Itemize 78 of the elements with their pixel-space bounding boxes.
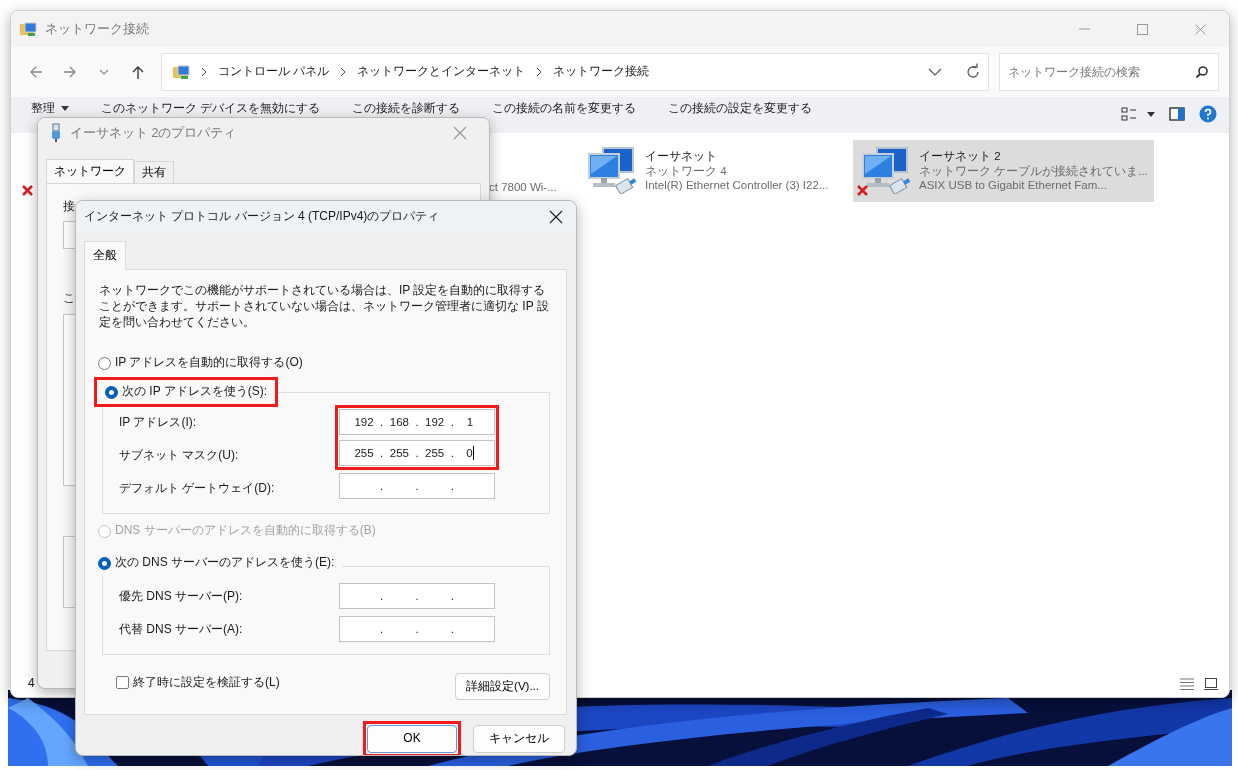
tab[interactable]: 共有 bbox=[134, 161, 174, 183]
command-button[interactable]: この接続の設定を変更する bbox=[668, 101, 813, 115]
breadcrumb-item[interactable]: ネットワーク接続 bbox=[553, 64, 650, 80]
adapter-device: ct 7800 Wi-... bbox=[489, 180, 557, 195]
list-view-icon bbox=[1179, 677, 1195, 691]
close-icon bbox=[1194, 23, 1206, 35]
network-folder-icon bbox=[19, 20, 37, 38]
caret-icon bbox=[1147, 111, 1155, 117]
radio-option[interactable]: 次の IP アドレスを使う(S): bbox=[105, 384, 268, 400]
adapter-status: ネットワーク ケーブルが接続されていま... bbox=[919, 163, 1148, 179]
field-label: サブネット マスク(U): bbox=[119, 446, 240, 464]
ip-address-field[interactable]: . . . bbox=[339, 616, 495, 642]
preview-pane-button[interactable] bbox=[1169, 107, 1185, 121]
field-label: デフォルト ゲートウェイ(D): bbox=[119, 479, 276, 497]
help-button[interactable] bbox=[1199, 105, 1217, 123]
adapter-name: イーサネット bbox=[645, 148, 718, 164]
radio-option[interactable]: 次の DNS サーバーのアドレスを使う(E): bbox=[98, 555, 335, 571]
minimize-icon bbox=[1078, 28, 1090, 30]
advanced-button[interactable]: 詳細設定(V)... bbox=[455, 673, 550, 700]
command-button[interactable]: この接続の名前を変更する bbox=[492, 101, 637, 115]
ip-address-field[interactable]: . . . bbox=[339, 583, 495, 609]
cancel-button[interactable]: キャンセル bbox=[473, 725, 565, 753]
search-icon bbox=[1195, 65, 1209, 79]
list-label: こ bbox=[63, 290, 75, 307]
adapter-name: イーサネット 2 bbox=[919, 148, 1002, 164]
adapter-device: ASIX USB to Gigabit Ethernet Fam... bbox=[919, 178, 1108, 194]
description-text: ネットワークでこの機能がサポートされている場合は、IP 設定を自動的に取得することができます。サポートされていない場合は、ネットワーク管理者に適切な IP 設定を問い合わせてください。 bbox=[99, 282, 550, 330]
chevron-right-icon bbox=[200, 67, 208, 77]
checkbox-option[interactable]: 終了時に設定を検証する(L) bbox=[116, 674, 280, 691]
caret-icon bbox=[61, 105, 69, 111]
field-label: 接 bbox=[63, 199, 75, 215]
address-bar[interactable]: コントロール パネル ネットワークとインターネット ネットワーク接続 bbox=[161, 53, 989, 91]
command-button[interactable]: このネットワーク デバイスを無効にする bbox=[101, 101, 321, 115]
up-arrow-icon bbox=[130, 64, 146, 80]
maximize-icon bbox=[1136, 23, 1148, 35]
dialog-title: インターネット プロトコル バージョン 4 (TCP/IPv4)のプロパティ bbox=[84, 209, 440, 225]
adapter-status: ネットワーク 4 bbox=[645, 163, 728, 179]
tab[interactable]: 全般 bbox=[84, 241, 126, 270]
preview-pane-icon bbox=[1169, 107, 1185, 121]
chevron-right-icon bbox=[339, 67, 348, 77]
usb-adapter-icon bbox=[50, 123, 62, 143]
breadcrumb-item[interactable]: コントロール パネル bbox=[218, 64, 330, 80]
breadcrumb-item[interactable]: ネットワークとインターネット bbox=[357, 64, 526, 80]
ip-address-field[interactable]: . . . bbox=[339, 473, 495, 499]
network-folder-icon bbox=[172, 63, 190, 81]
network-adapter-item[interactable]: イーサネット ネットワーク 4 Intel(R) Ethernet Controller (3) I22... bbox=[579, 140, 849, 202]
adapter-device: Intel(R) Ethernet Controller (3) I22... bbox=[645, 178, 829, 194]
ip-address-field[interactable]: 255 . 255 . 255 . 0 bbox=[339, 440, 495, 466]
forward-arrow-icon bbox=[62, 64, 78, 80]
organize-menu[interactable]: 整理 bbox=[31, 101, 69, 115]
close-icon bbox=[453, 126, 467, 140]
item-count: 4 bbox=[28, 676, 35, 692]
refresh-icon bbox=[964, 63, 982, 81]
help-icon bbox=[1199, 105, 1217, 123]
network-adapter-item[interactable]: イーサネット 2 ネットワーク ケーブルが接続されていま... ASIX USB to Gigabit Ethernet Fam... bbox=[853, 140, 1154, 202]
field-label: 優先 DNS サーバー(P): bbox=[119, 587, 244, 605]
search-field[interactable]: ネットワーク接続の検索 bbox=[999, 53, 1219, 91]
details-view-button[interactable] bbox=[1179, 677, 1195, 691]
tab[interactable]: ネットワーク bbox=[46, 159, 134, 183]
command-button[interactable]: この接続を診断する bbox=[352, 101, 461, 115]
ip-address-field[interactable]: 192 . 168 . 192 . 1 bbox=[339, 409, 495, 435]
view-options-icon bbox=[1121, 107, 1137, 121]
window-title: ネットワーク接続 bbox=[45, 20, 149, 38]
tiles-view-icon bbox=[1203, 677, 1219, 691]
field-label: IP アドレス(I): bbox=[119, 413, 198, 431]
close-icon bbox=[549, 210, 563, 224]
tiles-view-button[interactable] bbox=[1203, 677, 1219, 691]
address-dropdown-button[interactable] bbox=[928, 67, 942, 77]
radio-option: DNS サーバーのアドレスを自動的に取得する(B) bbox=[98, 523, 376, 539]
field-label: 代替 DNS サーバー(A): bbox=[119, 620, 244, 638]
view-options-button[interactable] bbox=[1121, 107, 1155, 121]
ok-button[interactable]: OK bbox=[367, 725, 457, 753]
refresh-button[interactable] bbox=[964, 63, 982, 81]
dialog-title: イーサネット 2のプロパティ bbox=[70, 124, 237, 142]
chevron-right-icon bbox=[535, 67, 544, 77]
radio-option[interactable]: IP アドレスを自動的に取得する(O) bbox=[98, 355, 303, 371]
back-arrow-icon bbox=[28, 64, 44, 80]
chevron-down-icon bbox=[928, 67, 942, 77]
